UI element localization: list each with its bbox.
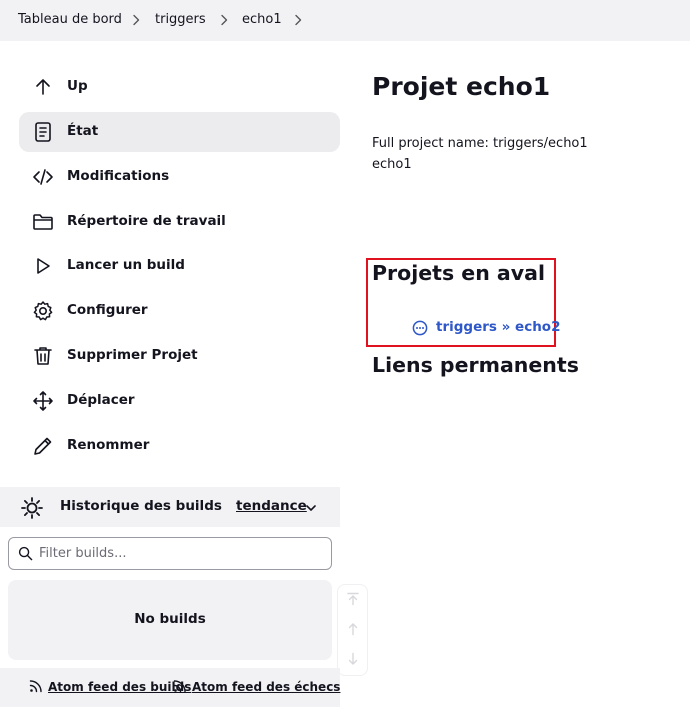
trash-icon: [31, 344, 55, 368]
move-icon: [31, 389, 55, 413]
build-pager: [337, 584, 368, 676]
chevron-down-icon[interactable]: [304, 500, 318, 514]
sidebar-item-delete-project[interactable]: Supprimer Projet: [19, 336, 340, 376]
sidebar-item-label: Lancer un build: [67, 257, 185, 273]
page-title: Projet echo1: [372, 72, 551, 101]
build-history-title: Historique des builds: [60, 498, 222, 514]
page-up-icon[interactable]: [346, 622, 360, 636]
sidebar-item-label: Répertoire de travail: [67, 213, 226, 229]
breadcrumb-dashboard[interactable]: Tableau de bord: [18, 12, 122, 27]
build-history-icon: [20, 496, 44, 520]
sidebar-item-status[interactable]: État: [19, 112, 340, 152]
gear-icon: [31, 299, 55, 323]
breadcrumb-triggers[interactable]: triggers: [155, 12, 206, 27]
play-icon: [31, 254, 55, 278]
filter-builds-input[interactable]: [39, 543, 319, 563]
sidebar-item-changes[interactable]: Modifications: [19, 157, 340, 197]
no-builds-text: No builds: [134, 611, 206, 627]
chevron-right-icon[interactable]: [292, 13, 304, 27]
arrow-up-icon: [31, 75, 55, 99]
breadcrumb-echo1[interactable]: echo1: [242, 12, 282, 27]
chevron-right-icon: [130, 13, 142, 27]
rss-icon: [173, 678, 187, 693]
sidebar-item-up[interactable]: Up: [19, 67, 340, 107]
document-icon: [31, 120, 55, 144]
breadcrumb: Tableau de bord triggers echo1: [0, 0, 690, 41]
full-project-name: Full project name: triggers/echo1: [372, 136, 588, 151]
feed-links: Atom feed des builds Atom feed des échec…: [0, 668, 340, 707]
sidebar-item-move[interactable]: Déplacer: [19, 381, 340, 421]
status-not-built-icon: [412, 320, 428, 336]
filter-builds-field[interactable]: [8, 537, 332, 570]
folder-icon: [31, 210, 55, 234]
sidebar-item-configure[interactable]: Configurer: [19, 291, 340, 331]
page-down-icon[interactable]: [346, 652, 360, 666]
permalinks-heading: Liens permanents: [372, 353, 579, 377]
search-icon: [18, 546, 33, 561]
sidebar-item-build-now[interactable]: Lancer un build: [19, 246, 340, 286]
sidebar-item-label: Up: [67, 78, 88, 94]
sidebar-item-label: Configurer: [67, 302, 148, 318]
code-icon: [31, 165, 55, 189]
page-first-icon[interactable]: [346, 592, 360, 606]
sidebar-item-rename[interactable]: Renommer: [19, 426, 340, 466]
project-description: echo1: [372, 157, 412, 172]
sidebar-item-label: Renommer: [67, 437, 150, 453]
build-history-header: Historique des builds tendance: [0, 487, 340, 527]
downstream-projects-heading: Projets en aval: [372, 261, 545, 285]
trend-link[interactable]: tendance: [236, 498, 307, 514]
pencil-icon: [31, 434, 55, 458]
builds-empty-state: No builds: [8, 580, 332, 660]
atom-feed-builds-link[interactable]: Atom feed des builds: [48, 680, 191, 694]
sidebar-item-workspace[interactable]: Répertoire de travail: [19, 202, 340, 242]
sidebar-item-label: Déplacer: [67, 392, 135, 408]
sidebar-item-label: État: [67, 123, 99, 139]
sidebar-item-label: Modifications: [67, 168, 170, 184]
downstream-project-link[interactable]: triggers » echo2: [436, 319, 560, 335]
rss-icon: [29, 678, 43, 693]
sidebar-item-label: Supprimer Projet: [67, 347, 198, 363]
atom-feed-failures-link[interactable]: Atom feed des échecs: [192, 680, 340, 694]
chevron-right-icon: [218, 13, 230, 27]
